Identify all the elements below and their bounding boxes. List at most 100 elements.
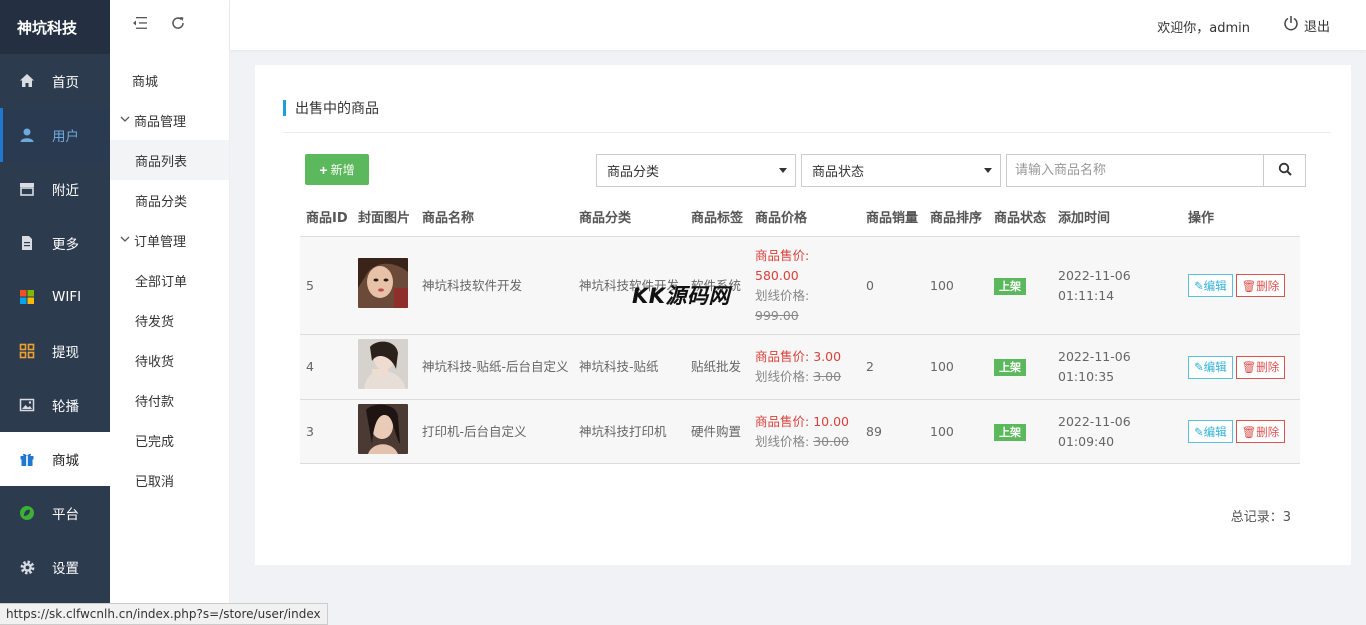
home-icon bbox=[18, 72, 36, 90]
goods-card: 出售中的商品 + 新增 商品分类 商品状态 商品ID 封面图片 商品名称 商品分… bbox=[255, 65, 1351, 565]
subnav-pending-receive[interactable]: 待收货 bbox=[110, 340, 229, 380]
caret-down-icon bbox=[984, 168, 992, 173]
cell-name: 神坑科技软件开发 bbox=[422, 277, 523, 293]
sidebar-item-wifi[interactable]: WIFI bbox=[0, 270, 110, 324]
cell-name: 打印机-后台自定义 bbox=[422, 423, 527, 439]
sidebar-item-withdraw[interactable]: 提现 bbox=[0, 324, 110, 378]
delete-button[interactable]: 🗑 删除 bbox=[1235, 355, 1286, 379]
line-price-label: 划线价格: bbox=[755, 433, 810, 449]
line-price-label: 划线价格: bbox=[755, 287, 810, 303]
sidebar-item-platform[interactable]: 平台 bbox=[0, 486, 110, 540]
grid-icon bbox=[18, 342, 36, 360]
sidebar-item-settings[interactable]: 设置 bbox=[0, 540, 110, 594]
subnav-cancelled[interactable]: 已取消 bbox=[110, 460, 229, 500]
trash-icon: 🗑 bbox=[1241, 278, 1257, 293]
cell-sales: 0 bbox=[866, 277, 874, 293]
top-tools bbox=[110, 0, 229, 50]
collapse-menu-icon[interactable] bbox=[132, 16, 148, 34]
sidebar-item-nearby[interactable]: 附近 bbox=[0, 162, 110, 216]
delete-label: 删除 bbox=[1256, 278, 1280, 293]
subnav-pending-ship[interactable]: 待发货 bbox=[110, 300, 229, 340]
edit-button[interactable]: ✎ 编辑 bbox=[1188, 355, 1233, 379]
cell-actions: ✎ 编辑 🗑 删除 bbox=[1182, 355, 1300, 379]
goods-table: 商品ID 封面图片 商品名称 商品分类 商品标签 商品价格 商品销量 商品排序 … bbox=[300, 201, 1300, 464]
subnav-group-goods[interactable]: 商品管理 bbox=[110, 100, 229, 140]
cell-status: 上架 bbox=[988, 357, 1052, 377]
header-name: 商品名称 bbox=[422, 210, 475, 226]
header-id: 商品ID bbox=[306, 210, 348, 226]
logout-button[interactable]: 退出 bbox=[1283, 15, 1330, 35]
subnav-group-orders[interactable]: 订单管理 bbox=[110, 220, 229, 260]
page-title: 出售中的商品 bbox=[283, 100, 379, 117]
refresh-icon[interactable] bbox=[170, 15, 186, 35]
delete-label: 删除 bbox=[1256, 424, 1280, 439]
table-row: 3 打印机-后台自定义 神坑科技打印机 硬件购置 商品售价: 10.00 划线价… bbox=[300, 400, 1300, 464]
line-price: 划线价格: 30.00 bbox=[755, 432, 860, 452]
subnav-all-orders[interactable]: 全部订单 bbox=[110, 260, 229, 300]
cell-time: 2022-11-06 01:10:35 bbox=[1058, 349, 1131, 384]
sale-price-label: 商品售价: bbox=[755, 413, 810, 429]
total-records: 总记录：3 bbox=[1230, 510, 1291, 525]
delete-button[interactable]: 🗑 删除 bbox=[1235, 420, 1286, 443]
header-cover: 封面图片 bbox=[358, 210, 411, 226]
cell-cover bbox=[352, 257, 416, 314]
cover-image bbox=[358, 339, 408, 389]
brand-logo: 神坑科技 bbox=[0, 0, 110, 54]
sidebar-item-label: 附近 bbox=[52, 183, 79, 199]
trash-icon: 🗑 bbox=[1241, 424, 1257, 439]
watermark: KK源码网 bbox=[632, 284, 731, 308]
cell-price: 商品售价: 3.00 划线价格: 3.00 bbox=[749, 347, 860, 387]
header-sort: 商品排序 bbox=[930, 210, 983, 226]
sub-sidebar: 商城 商品管理 商品列表 商品分类 订单管理 全部订单 待发货 待收货 待付款 … bbox=[110, 0, 230, 625]
header-sales: 商品销量 bbox=[866, 210, 919, 226]
sidebar-item-label: 设置 bbox=[52, 561, 79, 577]
subnav-goods-list[interactable]: 商品列表 bbox=[110, 140, 229, 180]
cell-cover bbox=[352, 339, 416, 395]
cell-category: 神坑科技-贴纸 bbox=[579, 359, 659, 374]
subnav-mall[interactable]: 商城 bbox=[110, 60, 229, 100]
subnav-goods-category[interactable]: 商品分类 bbox=[110, 180, 229, 220]
cell-price: 商品售价: 10.00 划线价格: 30.00 bbox=[749, 412, 860, 452]
sidebar-item-home[interactable]: 首页 bbox=[0, 54, 110, 108]
cell-actions: ✎ 编辑 🗑 删除 bbox=[1182, 420, 1300, 443]
cell-id: 5 bbox=[306, 277, 314, 293]
chevron-down-icon bbox=[120, 235, 132, 246]
sidebar-item-label: 更多 bbox=[52, 237, 79, 253]
table-row: 5 神坑科技软件开发 神坑科技软件开发 软件系统 商品售价: 580.00 划线价… bbox=[300, 237, 1300, 335]
top-header: 欢迎你，admin 退出 bbox=[230, 0, 1366, 50]
search-button[interactable] bbox=[1263, 154, 1306, 187]
cell-sales: 2 bbox=[866, 359, 874, 374]
cell-actions: ✎ 编辑 🗑 删除 bbox=[1182, 274, 1300, 297]
subnav-completed[interactable]: 已完成 bbox=[110, 420, 229, 460]
windows-icon bbox=[18, 288, 36, 306]
status-select[interactable]: 商品状态 bbox=[801, 154, 1001, 187]
edit-button[interactable]: ✎ 编辑 bbox=[1188, 420, 1233, 443]
cell-id: 4 bbox=[306, 359, 314, 374]
sidebar-item-carousel[interactable]: 轮播 bbox=[0, 378, 110, 432]
edit-button[interactable]: ✎ 编辑 bbox=[1188, 274, 1233, 297]
sidebar-item-mall[interactable]: 商城 bbox=[0, 432, 110, 486]
pencil-icon: ✎ bbox=[1194, 424, 1204, 439]
line-price-label: 划线价格: bbox=[755, 369, 810, 384]
cell-status: 上架 bbox=[988, 276, 1052, 296]
gear-icon bbox=[18, 558, 36, 576]
cell-price: 商品售价: 580.00 划线价格: 999.00 bbox=[749, 246, 860, 326]
delete-button[interactable]: 🗑 删除 bbox=[1235, 274, 1286, 297]
sidebar-item-more[interactable]: 更多 bbox=[0, 216, 110, 270]
status-badge: 上架 bbox=[994, 423, 1026, 441]
header-price: 商品价格 bbox=[755, 210, 808, 226]
category-select[interactable]: 商品分类 bbox=[596, 154, 796, 187]
edit-label: 编辑 bbox=[1203, 278, 1227, 293]
power-icon bbox=[1283, 15, 1299, 35]
cell-sort: 100 bbox=[930, 423, 954, 439]
sidebar-item-user[interactable]: 用户 bbox=[0, 108, 110, 162]
add-goods-button[interactable]: + 新增 bbox=[305, 154, 369, 185]
status-select-value: 商品状态 bbox=[812, 165, 865, 180]
subnav-pending-pay[interactable]: 待付款 bbox=[110, 380, 229, 420]
search-input[interactable] bbox=[1006, 154, 1264, 187]
subnav-group-label: 商品管理 bbox=[134, 114, 187, 130]
cell-tag: 硬件购置 bbox=[691, 423, 742, 439]
header-actions: 操作 bbox=[1188, 210, 1215, 226]
main-sidebar: 神坑科技 首页 用户 附近 更多 WIFI 提现 轮播 商城 平台 设置 bbox=[0, 0, 110, 625]
cell-sort: 100 bbox=[930, 277, 954, 293]
